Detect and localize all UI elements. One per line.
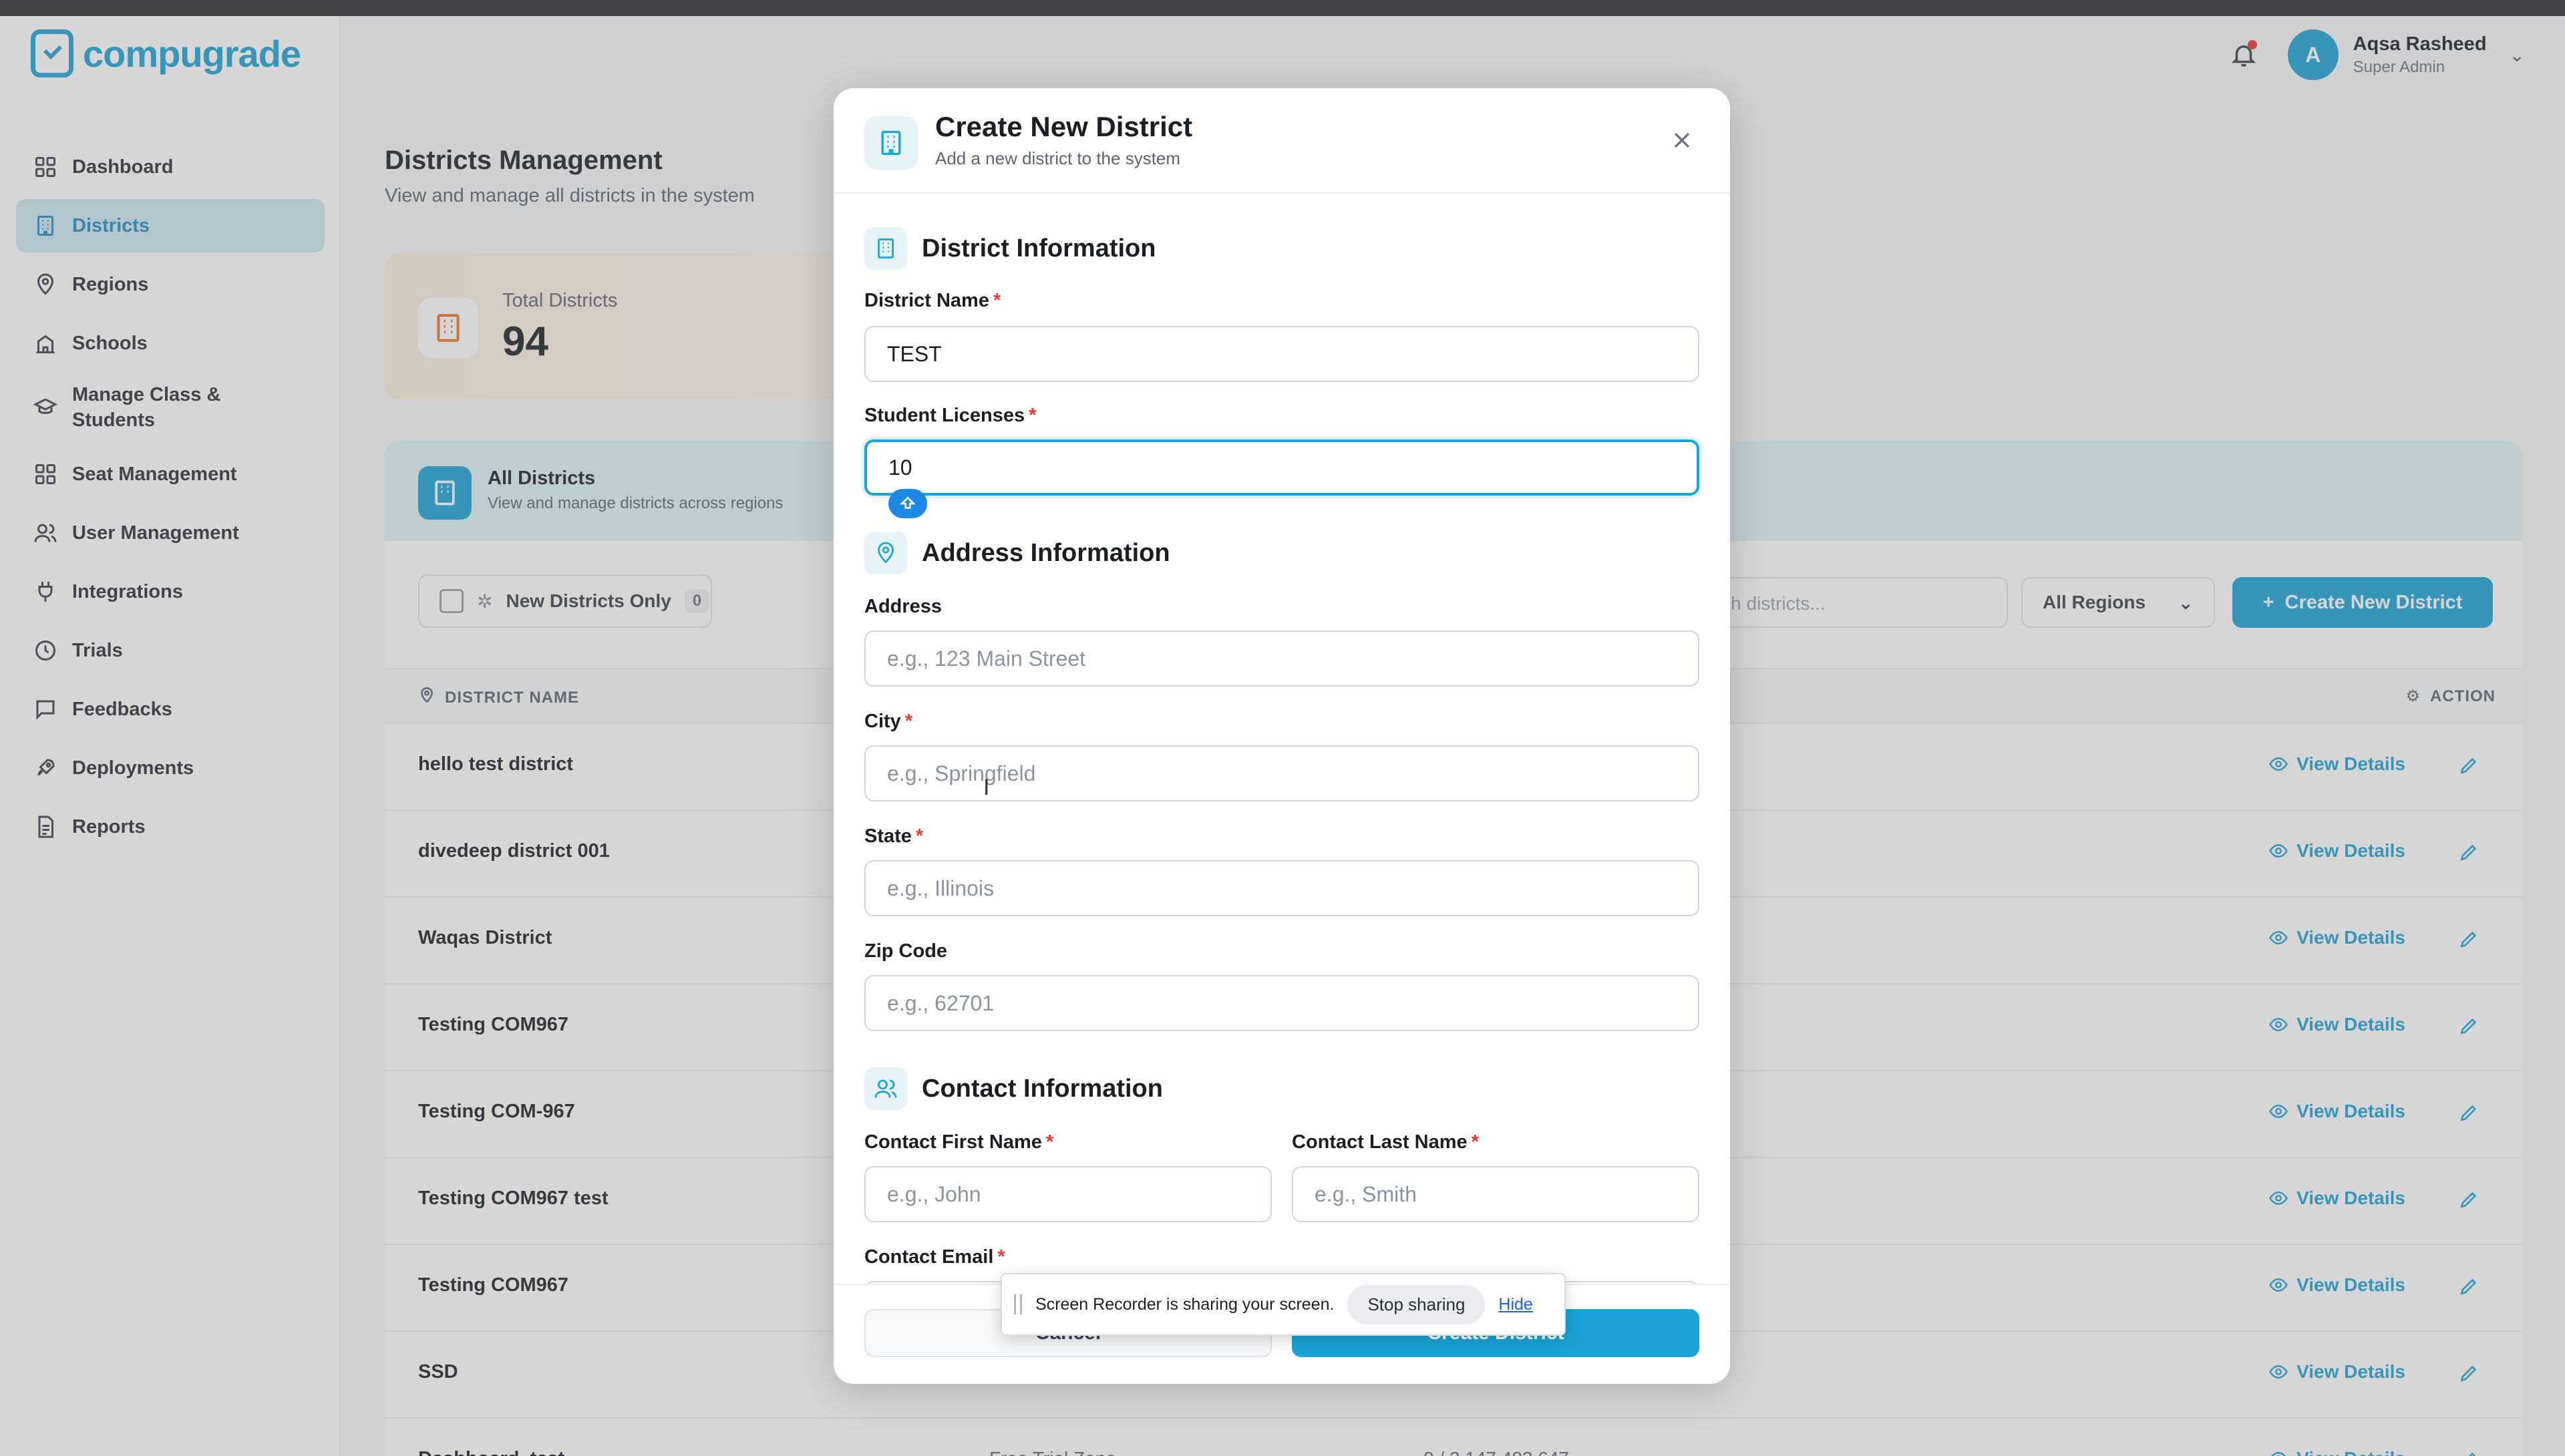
label-text: Contact First Name: [864, 1131, 1042, 1153]
building-icon: [864, 116, 918, 170]
text-cursor-handle-icon: [888, 489, 927, 518]
district-name-input[interactable]: [864, 326, 1699, 382]
label-text: City: [864, 711, 901, 732]
city-input[interactable]: [864, 745, 1699, 801]
stop-sharing-button[interactable]: Stop sharing: [1347, 1284, 1486, 1324]
section-title: Address Information: [922, 538, 1170, 567]
address-input[interactable]: [864, 630, 1699, 687]
zip-code-input[interactable]: [864, 975, 1699, 1031]
label-text: Contact Last Name: [1292, 1131, 1468, 1153]
zip-code-label: Zip Code: [864, 940, 948, 962]
required-marker: *: [915, 826, 924, 847]
required-marker: *: [1471, 1131, 1479, 1153]
required-marker: *: [993, 290, 1001, 311]
required-marker: *: [1045, 1131, 1054, 1153]
text-cursor-icon: I: [983, 775, 990, 800]
create-district-modal: Create New District Add a new district t…: [834, 88, 1730, 1384]
hide-link[interactable]: Hide: [1498, 1295, 1532, 1314]
label-text: District Name: [864, 290, 989, 311]
required-marker: *: [997, 1246, 1005, 1268]
section-title: Contact Information: [922, 1074, 1163, 1103]
modal-title: Create New District: [935, 111, 1193, 142]
address-label: Address: [864, 596, 943, 617]
state-label: State *: [864, 826, 923, 848]
contact-information-section: Contact Information: [864, 1067, 1163, 1110]
close-icon: [1674, 132, 1690, 148]
label-text: State: [864, 826, 912, 847]
contact-last-name-label: Contact Last Name *: [1292, 1131, 1479, 1153]
close-button[interactable]: [1667, 126, 1697, 155]
required-marker: *: [904, 711, 913, 732]
screen-sharing-bar: Screen Recorder is sharing your screen. …: [1001, 1273, 1566, 1336]
contact-first-name-input[interactable]: [864, 1166, 1272, 1222]
modal-subtitle: Add a new district to the system: [935, 148, 1181, 168]
required-marker: *: [1029, 405, 1037, 426]
sharing-message: Screen Recorder is sharing your screen.: [1035, 1294, 1335, 1314]
label-text: Contact Email: [864, 1246, 994, 1268]
student-licenses-label: Student Licenses *: [864, 405, 1036, 427]
building-icon: [864, 227, 907, 270]
district-information-section: District Information: [864, 227, 1156, 270]
district-name-label: District Name *: [864, 290, 1001, 312]
section-title: District Information: [922, 234, 1156, 262]
address-information-section: Address Information: [864, 532, 1170, 574]
map-pin-icon: [864, 532, 907, 574]
drag-handle-icon[interactable]: [1014, 1294, 1022, 1314]
city-label: City *: [864, 711, 912, 733]
label-text: Student Licenses: [864, 405, 1025, 426]
contact-email-label: Contact Email *: [864, 1246, 1005, 1268]
student-licenses-input[interactable]: [864, 439, 1699, 496]
modal-header: Create New District Add a new district t…: [834, 88, 1730, 194]
contact-first-name-label: Contact First Name *: [864, 1131, 1053, 1153]
state-input[interactable]: [864, 860, 1699, 916]
users-icon: [864, 1067, 907, 1110]
contact-last-name-input[interactable]: [1292, 1166, 1699, 1222]
